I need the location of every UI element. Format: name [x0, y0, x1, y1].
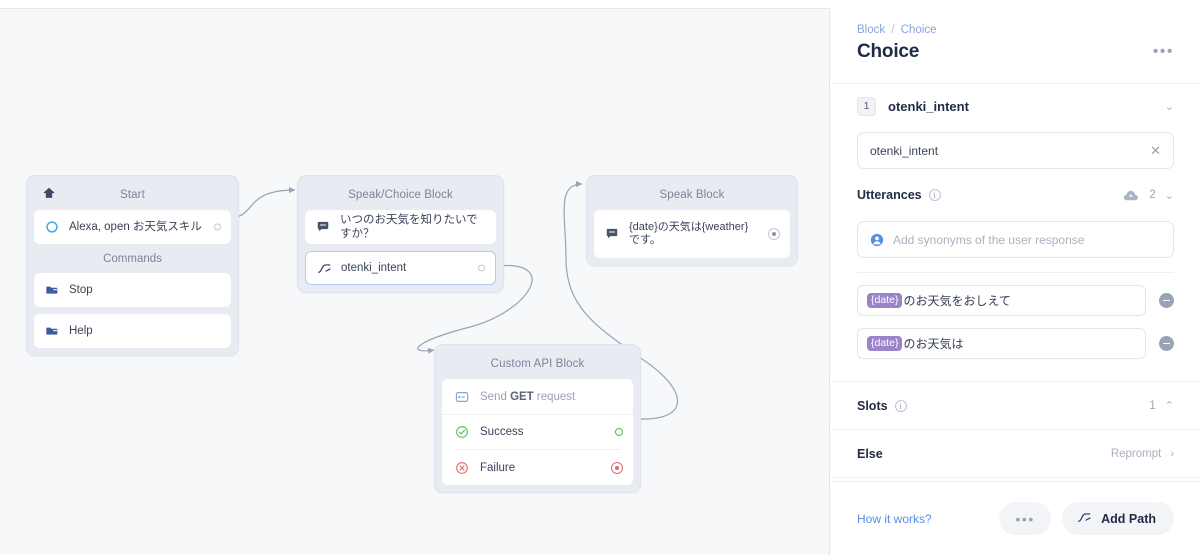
page-title: Choice: [857, 41, 920, 62]
breadcrumb: Block / Choice: [831, 0, 1200, 36]
custom-api-request-row[interactable]: Send GET request: [442, 379, 633, 414]
utterance-row: {date} のお天気をおしえて: [831, 285, 1200, 316]
utterances-section-header[interactable]: Utterances i 2 ⌄: [831, 169, 1200, 221]
speak-choice-prompt-card[interactable]: いつのお天気を知りたいですか？: [305, 210, 496, 244]
utterance-input-1[interactable]: {date} のお天気をおしえて: [857, 285, 1146, 316]
slots-label: Slots: [857, 398, 888, 413]
chevron-down-icon[interactable]: ⌄: [1165, 100, 1174, 113]
else-value: Reprompt: [1110, 447, 1162, 460]
panel-overflow-menu-icon[interactable]: •••: [1153, 44, 1174, 60]
path-branch-icon: [1077, 510, 1092, 528]
block-start-title-row: Start: [34, 183, 231, 210]
user-icon: [870, 233, 884, 247]
start-command-stop-label: Stop: [69, 283, 93, 296]
circle-outline-icon: [44, 219, 60, 235]
start-invocation-label: Alexa, open お天気スキル: [69, 220, 202, 233]
choice-section-header[interactable]: 1 otenki_intent ⌄: [831, 84, 1200, 128]
synonyms-placeholder: Add synonyms of the user response: [893, 232, 1085, 247]
path-branch-icon: [316, 260, 332, 276]
remove-utterance-button-1[interactable]: [1159, 293, 1174, 308]
api-request-icon: [454, 389, 470, 405]
remove-utterance-button-2[interactable]: [1159, 336, 1174, 351]
start-command-stop[interactable]: Stop: [34, 273, 231, 307]
speech-bubble-icon: [315, 219, 331, 235]
custom-api-request-label: Send GET request: [480, 390, 576, 403]
add-path-button[interactable]: Add Path: [1062, 502, 1174, 535]
more-actions-button[interactable]: •••: [999, 502, 1052, 535]
cloud-upload-icon[interactable]: [1123, 189, 1139, 202]
folder-icon: [44, 282, 60, 298]
block-speak-choice-title: Speak/Choice Block: [348, 189, 453, 201]
block-custom-api-title: Custom API Block: [490, 358, 585, 370]
else-label: Else: [857, 446, 883, 461]
synonyms-input[interactable]: Add synonyms of the user response: [857, 221, 1174, 258]
check-circle-icon: [454, 424, 470, 440]
top-toolbar-strip: [0, 0, 830, 9]
properties-panel: Block / Choice Choice ••• 1 otenki_inten…: [831, 0, 1200, 555]
slot-tag[interactable]: {date}: [867, 293, 903, 308]
chevron-right-icon[interactable]: ›: [1170, 448, 1174, 460]
speak-message-label: {date}の天気は{weather} です。: [629, 220, 749, 246]
custom-api-success-label: Success: [480, 426, 524, 438]
block-start[interactable]: Start Alexa, open お天気スキル Commands Stop H…: [26, 175, 239, 356]
close-icon[interactable]: ✕: [1150, 143, 1161, 159]
block-custom-api[interactable]: Custom API Block Send GET request Succes…: [434, 344, 641, 493]
breadcrumb-separator: /: [891, 24, 895, 36]
start-invocation-port[interactable]: [214, 223, 221, 231]
start-command-help-label: Help: [69, 324, 93, 337]
utterance-text-2: のお天気は: [903, 337, 964, 351]
start-invocation-card[interactable]: Alexa, open お天気スキル: [34, 210, 231, 244]
slots-section-header[interactable]: Slots i 1 ⌃: [831, 382, 1200, 429]
info-icon[interactable]: i: [894, 399, 907, 412]
intent-name-input[interactable]: otenki_intent ✕: [857, 132, 1174, 169]
panel-header: Choice •••: [831, 36, 1200, 63]
speak-message-card[interactable]: {date}の天気は{weather} です。: [594, 210, 790, 258]
utterance-text-1: のお天気をおしえて: [903, 294, 1011, 308]
intent-name-value: otenki_intent: [870, 143, 939, 158]
flow-canvas[interactable]: Start Alexa, open お天気スキル Commands Stop H…: [0, 9, 830, 555]
info-icon[interactable]: i: [928, 189, 941, 201]
custom-api-failure-row[interactable]: Failure: [442, 450, 633, 485]
block-speak-title: Speak Block: [659, 189, 725, 201]
custom-api-rows: Send GET request Success Failure: [442, 379, 633, 485]
else-section-row[interactable]: Else Reprompt ›: [831, 430, 1200, 477]
slots-count: 1: [1149, 399, 1156, 412]
choice-number-badge: 1: [857, 96, 876, 116]
breadcrumb-parent[interactable]: Block: [857, 24, 885, 36]
speech-bubble-icon: [604, 226, 620, 242]
speak-choice-intent-card[interactable]: otenki_intent: [305, 251, 496, 285]
custom-api-failure-label: Failure: [480, 461, 516, 474]
utterances-divider: [857, 272, 1174, 273]
start-commands-label: Commands: [103, 253, 162, 265]
choice-name: otenki_intent: [888, 98, 969, 114]
custom-api-failure-port[interactable]: [611, 461, 623, 474]
start-command-help[interactable]: Help: [34, 314, 231, 348]
speak-choice-prompt-label: いつのお天気を知りたいですか？: [340, 213, 478, 240]
chevron-up-icon[interactable]: ⌃: [1165, 399, 1174, 412]
block-speak[interactable]: Speak Block {date}の天気は{weather} です。: [586, 175, 798, 266]
block-speak-choice[interactable]: Speak/Choice Block いつのお天気を知りたいですか？ otenk…: [297, 175, 504, 293]
how-it-works-link[interactable]: How it works?: [857, 512, 932, 526]
custom-api-success-row[interactable]: Success: [442, 414, 633, 449]
block-start-title: Start: [120, 189, 145, 201]
footer-divider: [831, 477, 1200, 478]
add-path-label: Add Path: [1101, 511, 1156, 526]
custom-api-success-port[interactable]: [615, 428, 623, 436]
folder-icon: [44, 323, 60, 339]
utterances-count: 2: [1149, 189, 1156, 201]
home-icon: [43, 187, 55, 198]
app-root: Start Alexa, open お天気スキル Commands Stop H…: [0, 0, 1200, 555]
chevron-down-icon[interactable]: ⌄: [1165, 189, 1174, 202]
slot-tag[interactable]: {date}: [867, 336, 903, 351]
breadcrumb-current[interactable]: Choice: [901, 24, 937, 36]
utterances-label: Utterances: [857, 188, 922, 202]
utterance-row: {date} のお天気は: [831, 328, 1200, 359]
speak-message-port[interactable]: [768, 228, 780, 240]
x-circle-icon: [454, 460, 470, 476]
more-actions-dots-icon: •••: [1015, 510, 1035, 527]
utterance-input-2[interactable]: {date} のお天気は: [857, 328, 1146, 359]
panel-footer: How it works? ••• Add Path: [831, 481, 1200, 555]
speak-choice-intent-label: otenki_intent: [341, 261, 407, 274]
speak-choice-intent-port[interactable]: [478, 264, 485, 272]
